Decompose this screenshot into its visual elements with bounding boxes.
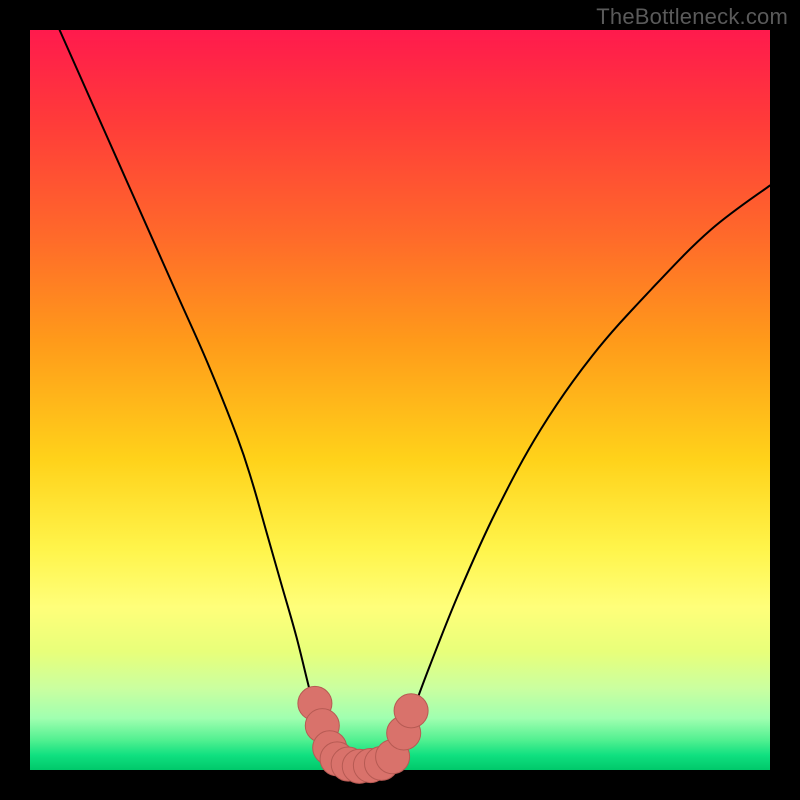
valley-marker [394, 694, 428, 728]
chart-svg [30, 30, 770, 770]
left-curve [60, 30, 334, 763]
valley-markers [298, 686, 428, 783]
watermark-text: TheBottleneck.com [596, 4, 788, 30]
plot-area [30, 30, 770, 770]
chart-frame: TheBottleneck.com [0, 0, 800, 800]
right-curve [393, 185, 770, 762]
